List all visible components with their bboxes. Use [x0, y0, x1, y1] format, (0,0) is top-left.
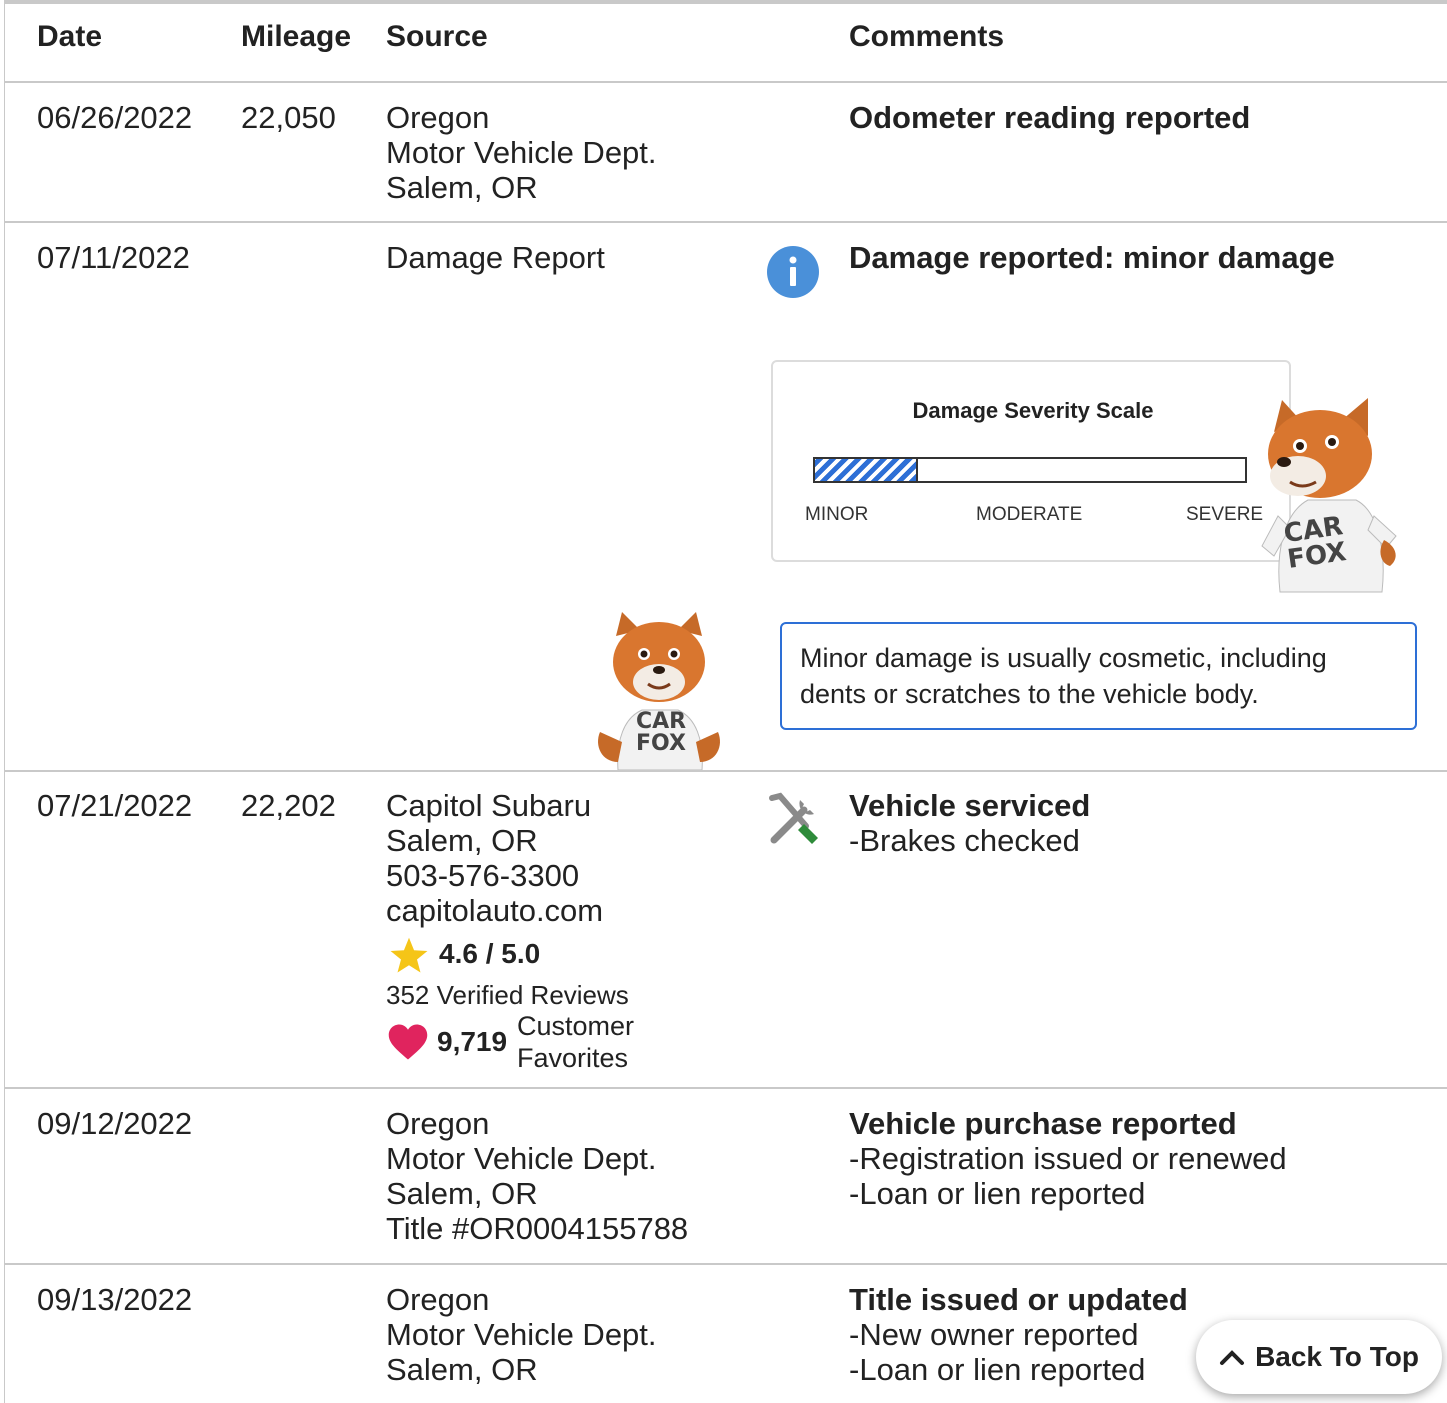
- info-icon[interactable]: [766, 245, 820, 299]
- carfox-mascot-image: CAR FOX: [592, 612, 726, 771]
- row-comment: Title issued or updated -New owner repor…: [849, 1282, 1188, 1387]
- severity-bar: [813, 457, 1247, 483]
- favorites-label: Customer Favorites: [517, 1011, 635, 1073]
- dealer-reviews-link[interactable]: 352 Verified Reviews: [386, 980, 629, 1011]
- comment-item: -Registration issued or renewed: [849, 1141, 1287, 1176]
- row-date: 06/26/2022: [37, 100, 193, 135]
- damage-note: Minor damage is usually cosmetic, includ…: [780, 622, 1417, 730]
- severity-label-moderate: MODERATE: [976, 504, 1083, 525]
- row-comment-title: Damage reported: minor damage: [849, 240, 1335, 275]
- dealer-name: Capitol Subaru: [386, 788, 592, 823]
- row-date: 07/11/2022: [37, 240, 190, 275]
- row-source: Capitol Subaru Salem, OR 503-576-3300 ca…: [386, 788, 603, 928]
- row-date: 07/21/2022: [37, 788, 193, 823]
- row-source: Damage Report: [386, 240, 605, 275]
- mascot-shirt-text: FOX: [636, 731, 686, 756]
- header-comments: Comments: [849, 20, 1005, 53]
- heart-icon: [387, 1022, 429, 1062]
- divider: [4, 221, 1447, 223]
- back-to-top-label: Back To Top: [1255, 1341, 1419, 1372]
- row-comment: Vehicle serviced -Brakes checked: [849, 788, 1090, 858]
- severity-label-severe: SEVERE: [1186, 504, 1264, 525]
- comment-item: -Loan or lien reported: [849, 1176, 1146, 1211]
- wrench-screwdriver-icon: [766, 792, 822, 848]
- back-to-top-button[interactable]: Back To Top: [1196, 1320, 1442, 1394]
- divider: [4, 1263, 1447, 1265]
- dealer-website-link[interactable]: capitolauto.com: [386, 893, 603, 928]
- divider: [4, 770, 1447, 772]
- star-icon: [388, 936, 430, 976]
- header-mileage: Mileage: [241, 20, 352, 53]
- comment-item: -Brakes checked: [849, 823, 1080, 858]
- row-date: 09/13/2022: [37, 1282, 193, 1317]
- row-mileage: 22,202: [241, 788, 336, 823]
- row-comment-title: Odometer reading reported: [849, 100, 1251, 135]
- comment-title: Vehicle serviced: [849, 788, 1091, 823]
- damage-severity-scale: Damage Severity Scale MINOR MODERATE SEV…: [771, 360, 1291, 562]
- row-source: Oregon Motor Vehicle Dept. Salem, OR: [386, 1282, 657, 1387]
- dealer-location: Salem, OR: [386, 823, 538, 858]
- header-date: Date: [37, 20, 103, 53]
- row-mileage: 22,050: [241, 100, 336, 135]
- favorites-count: 9,719: [437, 1026, 508, 1057]
- severity-label-minor: MINOR: [805, 504, 869, 525]
- severity-bar-fill: [815, 459, 919, 481]
- comment-title: Title issued or updated: [849, 1282, 1188, 1317]
- dealer-rating: 4.6 / 5.0: [439, 938, 541, 969]
- dealer-phone[interactable]: 503-576-3300: [386, 858, 603, 893]
- divider: [4, 81, 1447, 83]
- row-date: 09/12/2022: [37, 1106, 193, 1141]
- comment-item: -New owner reported: [849, 1317, 1139, 1352]
- severity-scale-title: Damage Severity Scale: [912, 398, 1154, 423]
- chevron-up-icon: [1219, 1341, 1245, 1373]
- header-source: Source: [386, 20, 488, 53]
- row-source: Oregon Motor Vehicle Dept. Salem, OR: [386, 100, 657, 205]
- comment-title: Vehicle purchase reported: [849, 1106, 1237, 1141]
- divider: [4, 1087, 1447, 1089]
- row-comment: Vehicle purchase reported -Registration …: [849, 1106, 1287, 1211]
- carfox-mascot-image: CAR FOX: [1256, 396, 1402, 594]
- comment-item: -Loan or lien reported: [849, 1352, 1146, 1387]
- row-source: Oregon Motor Vehicle Dept. Salem, OR Tit…: [386, 1106, 689, 1246]
